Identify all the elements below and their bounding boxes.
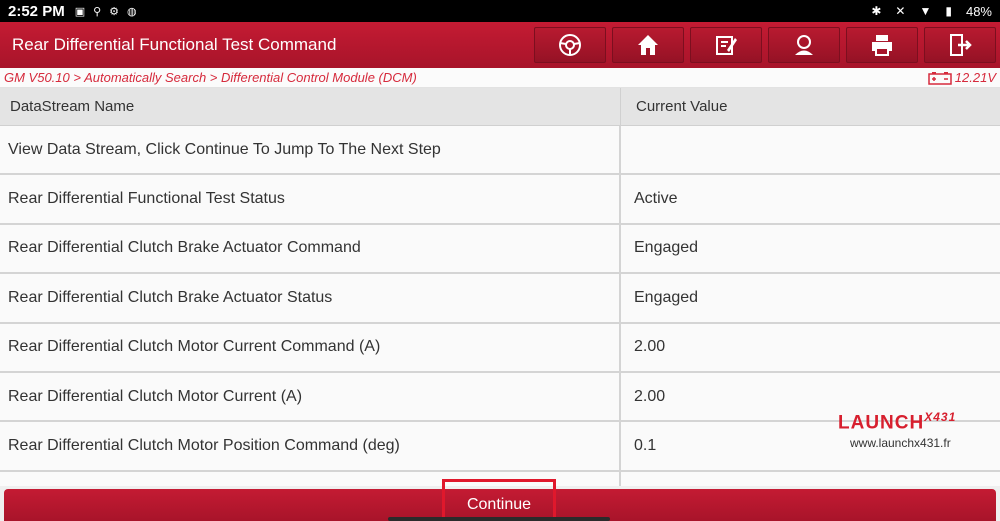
mute-icon: ✕	[895, 4, 906, 18]
datastream-value: Engaged	[634, 239, 699, 257]
datastream-name: Rear Differential Functional Test Status	[0, 175, 621, 223]
home-icon	[638, 35, 658, 55]
datastream-name: Rear Differential Clutch Motor Current (…	[0, 372, 621, 421]
datastream-value: Active	[634, 190, 678, 208]
datastream-name: Rear Differential Clutch Brake Actuator …	[0, 224, 621, 273]
chat-icon: ◍	[127, 5, 137, 18]
column-header-name: DataStream Name	[0, 88, 621, 125]
home-button[interactable]	[612, 27, 684, 63]
table-row: Rear Differential Functional Test Status…	[0, 175, 1000, 225]
page-title: Rear Differential Functional Test Comman…	[12, 35, 337, 54]
status-time: 2:52 PM	[8, 2, 65, 20]
bluetooth-icon: ✱	[871, 4, 882, 18]
print-button[interactable]	[846, 27, 918, 63]
watermark-model: X431	[924, 410, 957, 424]
support-button[interactable]	[768, 27, 840, 63]
breadcrumb: GM V50.10 > Automatically Search > Diffe…	[0, 68, 1000, 88]
voltage-value: 12.21V	[954, 70, 996, 85]
image-icon: ▣	[74, 5, 86, 18]
table-row: Rear Differential Clutch Brake Actuator …	[0, 224, 1000, 275]
breadcrumb-path: GM V50.10 > Automatically Search > Diffe…	[4, 70, 417, 85]
wifi-icon: ▼	[919, 4, 932, 18]
battery-level: 48%	[965, 3, 992, 19]
launch-watermark: LAUNCHX431 www.launchx431.fr	[838, 410, 988, 450]
vehicle-button[interactable]	[534, 27, 606, 63]
datastream-value: Engaged	[634, 288, 699, 306]
datastream-name: View Data Stream, Click Continue To Jump…	[0, 126, 621, 174]
exit-button[interactable]	[924, 27, 996, 63]
datastream-value	[621, 126, 1000, 173]
datastream-value: 2.00	[634, 338, 666, 356]
usb-icon: ⚲	[93, 5, 102, 18]
table-header: DataStream Name Current Value	[0, 88, 1000, 126]
edit-icon	[716, 36, 737, 55]
toolbar	[534, 22, 1000, 68]
table-row: Rear Differential Clutch Motor Current C…	[0, 323, 1000, 373]
datastream-name: Rear Differential Clutch Brake Actuator …	[0, 274, 621, 322]
watermark-url: www.launchx431.fr	[850, 436, 951, 451]
exit-icon	[950, 34, 972, 56]
table-row: View Data Stream, Click Continue To Jump…	[0, 126, 1000, 176]
datastream-value	[621, 472, 1000, 486]
user-support-icon	[795, 35, 813, 55]
datastream-name: Rear Differential Clutch Motor Position …	[0, 422, 621, 470]
battery-voltage: 12.21V	[928, 70, 996, 85]
notification-icons: ▣ ⚲ ⚙ ◍	[75, 5, 137, 18]
navigation-handle[interactable]	[388, 517, 610, 521]
table-row: Rear Differential Clutch Brake Actuator …	[0, 274, 1000, 324]
column-header-value: Current Value	[636, 98, 728, 115]
printer-icon	[872, 35, 892, 56]
title-bar: Rear Differential Functional Test Comman…	[0, 22, 1000, 68]
status-bar: 2:52 PM ▣ ⚲ ⚙ ◍ ✱ ✕ ▼ ▮ 48%	[0, 0, 1000, 22]
datastream-name: Rear Differential Clutch Motor Current C…	[0, 323, 621, 371]
steering-wheel-icon	[559, 34, 581, 56]
report-button[interactable]	[690, 27, 762, 63]
watermark-brand: LAUNCHX431	[838, 410, 957, 434]
car-battery-icon	[928, 71, 952, 85]
settings-icon: ⚙	[109, 5, 120, 18]
battery-icon: ▮	[945, 4, 952, 18]
